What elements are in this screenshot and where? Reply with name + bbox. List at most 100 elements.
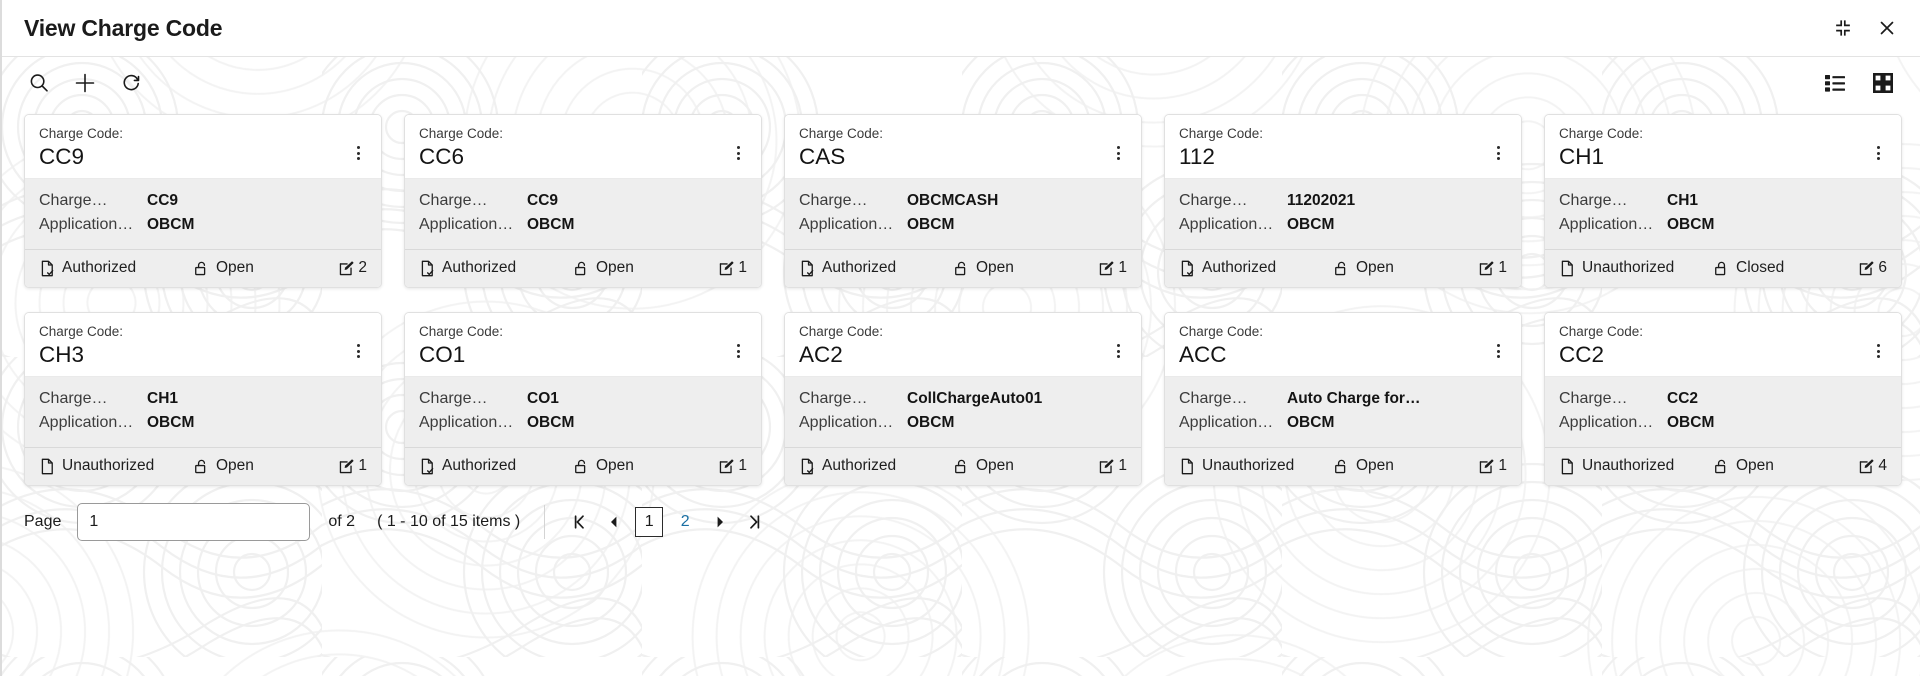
modification-count-label: 1 (358, 457, 367, 475)
close-icon[interactable] (1876, 17, 1898, 39)
card-menu-icon[interactable] (1109, 338, 1127, 364)
modification-count[interactable]: 1 (1478, 259, 1507, 277)
edit-icon (1858, 458, 1875, 475)
first-page-button[interactable] (563, 505, 597, 539)
card-menu-icon[interactable] (1489, 140, 1507, 166)
charge-value: CH1 (1667, 190, 1698, 212)
modification-count[interactable]: 1 (1098, 259, 1127, 277)
charge-code-card[interactable]: Charge Code:CH1Charge…CH1Application…OBC… (1544, 114, 1902, 288)
charge-code-value: AC2 (799, 342, 1109, 367)
record-status-label: Open (216, 259, 254, 277)
search-icon[interactable] (24, 68, 54, 98)
card-menu-icon[interactable] (349, 338, 367, 364)
refresh-icon[interactable] (116, 68, 146, 98)
document-check-icon (799, 260, 816, 277)
card-menu-icon[interactable] (1109, 140, 1127, 166)
pagination-divider (544, 505, 545, 539)
modification-count[interactable]: 1 (1478, 457, 1507, 475)
charge-code-card[interactable]: Charge Code:112Charge…11202021Applicatio… (1164, 114, 1522, 288)
card-menu-icon[interactable] (729, 140, 747, 166)
charge-code-card[interactable]: Charge Code:AC2Charge…CollChargeAuto01Ap… (784, 312, 1142, 486)
authorization-status: Unauthorized (39, 457, 189, 475)
charge-code-label: Charge Code: (799, 324, 1109, 341)
detail-row-application: Application…OBCM (799, 213, 1127, 236)
charge-code-card[interactable]: Charge Code:ACCCharge…Auto Charge for…Ap… (1164, 312, 1522, 486)
grid-view-icon[interactable] (1868, 68, 1898, 98)
document-check-icon (799, 458, 816, 475)
charge-code-card[interactable]: Charge Code:CC6Charge…CC9Application…OBC… (404, 114, 762, 288)
card-status-bar: AuthorizedOpen1 (785, 249, 1141, 287)
card-menu-icon[interactable] (1489, 338, 1507, 364)
previous-page-button[interactable] (597, 505, 631, 539)
charge-code-card[interactable]: Charge Code:CC9Charge…CC9Application…OBC… (24, 114, 382, 288)
modification-count-label: 1 (738, 259, 747, 277)
record-status: Open (1713, 457, 1854, 475)
charge-code-label: Charge Code: (1559, 324, 1869, 341)
card-menu-icon[interactable] (1869, 338, 1887, 364)
detail-row-application: Application…OBCM (1179, 213, 1507, 236)
card-header: Charge Code:CO1 (405, 313, 761, 376)
page-label: Page (24, 513, 61, 531)
record-status-label: Open (976, 259, 1014, 277)
page-number-1[interactable]: 1 (635, 507, 663, 537)
record-status: Open (953, 457, 1094, 475)
charge-value: CC9 (527, 190, 558, 212)
application-value: OBCM (1287, 214, 1334, 236)
charge-code-card[interactable]: Charge Code:CASCharge…OBCMCASHApplicatio… (784, 114, 1142, 288)
charge-code-label: Charge Code: (1179, 126, 1489, 143)
modification-count[interactable]: 6 (1858, 259, 1887, 277)
next-page-button[interactable] (703, 505, 737, 539)
application-value: OBCM (907, 412, 954, 434)
charge-code-card[interactable]: Charge Code:CO1Charge…CO1Application…OBC… (404, 312, 762, 486)
page-input[interactable] (77, 503, 310, 541)
charge-code-window: View Charge Code (0, 0, 1920, 676)
modification-count[interactable]: 1 (718, 259, 747, 277)
card-header: Charge Code:AC2 (785, 313, 1141, 376)
charge-value: CC9 (147, 190, 178, 212)
authorization-status: Unauthorized (1559, 259, 1709, 277)
card-status-bar: Authorized Open 2 (25, 249, 381, 287)
card-header-text: Charge Code:CC2 (1559, 324, 1869, 367)
card-menu-icon[interactable] (349, 140, 367, 166)
charge-value: CollChargeAuto01 (907, 388, 1042, 410)
charge-key-label: Charge… (1559, 189, 1667, 212)
last-page-button[interactable] (737, 505, 771, 539)
window-title-bar: View Charge Code (2, 0, 1920, 57)
list-view-icon[interactable] (1820, 68, 1850, 98)
card-details: Charge…CollChargeAuto01Application…OBCM (785, 376, 1141, 447)
charge-value: CC2 (1667, 388, 1698, 410)
card-header: Charge Code:CC6 (405, 115, 761, 178)
card-header: Charge Code:CC9 (25, 115, 381, 178)
add-icon[interactable] (70, 68, 100, 98)
charge-code-value: CC9 (39, 144, 349, 169)
modification-count[interactable]: 4 (1858, 457, 1887, 475)
detail-row-application: Application…OBCM (1559, 411, 1887, 434)
charge-key-label: Charge… (799, 387, 907, 410)
modification-count[interactable]: 2 (338, 259, 367, 277)
charge-key-label: Charge… (1179, 387, 1287, 410)
authorization-status-label: Authorized (62, 259, 136, 277)
card-menu-icon[interactable] (1869, 140, 1887, 166)
charge-code-value: CC2 (1559, 342, 1869, 367)
charge-code-card-grid: Charge Code:CC9Charge…CC9Application…OBC… (2, 109, 1920, 486)
modification-count[interactable]: 1 (718, 457, 747, 475)
card-header: Charge Code:CH1 (1545, 115, 1901, 178)
application-key-label: Application… (419, 213, 527, 236)
edit-icon (1478, 260, 1495, 277)
modification-count[interactable]: 1 (338, 457, 367, 475)
card-menu-icon[interactable] (729, 338, 747, 364)
charge-code-card[interactable]: Charge Code:CC2Charge…CC2Application…OBC… (1544, 312, 1902, 486)
modification-count[interactable]: 1 (1098, 457, 1127, 475)
edit-icon (1098, 458, 1115, 475)
minimize-icon[interactable] (1832, 17, 1854, 39)
toolbar-view-toggles (1820, 68, 1898, 98)
card-header: Charge Code:112 (1165, 115, 1521, 178)
charge-code-card[interactable]: Charge Code:CH3Charge…CH1Application…OBC… (24, 312, 382, 486)
page-number-2[interactable]: 2 (671, 507, 699, 537)
charge-value: Auto Charge for… (1287, 388, 1420, 410)
application-value: OBCM (1667, 412, 1714, 434)
record-status-label: Open (1356, 457, 1394, 475)
application-key-label: Application… (39, 213, 147, 236)
authorization-status: Authorized (419, 259, 569, 277)
application-value: OBCM (1667, 214, 1714, 236)
